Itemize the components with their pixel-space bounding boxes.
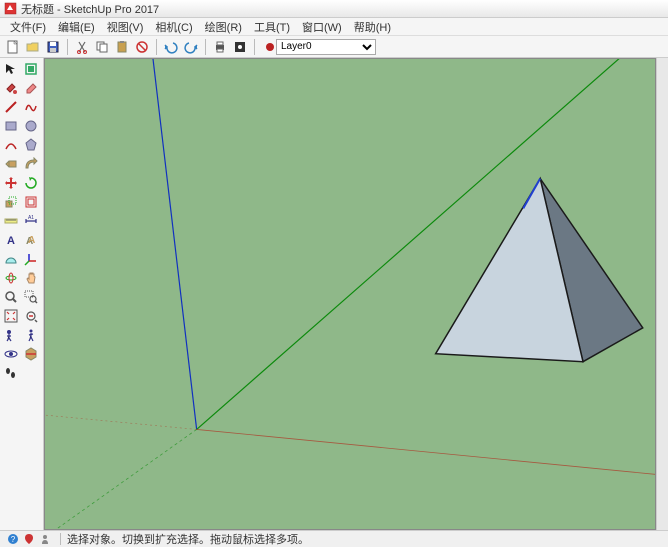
tool-section-icon[interactable] xyxy=(22,345,40,363)
sb-credits-icon[interactable] xyxy=(38,532,52,546)
tool-zoom-window-icon[interactable] xyxy=(22,288,40,306)
menu-window[interactable]: 窗口(W) xyxy=(296,19,348,35)
tool-polygon-icon[interactable] xyxy=(22,136,40,154)
sb-geo-icon[interactable] xyxy=(22,532,36,546)
sb-help-icon[interactable]: ? xyxy=(6,532,20,546)
tool-circle-icon[interactable] xyxy=(22,117,40,135)
svg-text:A1: A1 xyxy=(28,215,34,221)
tool-dimension-icon[interactable]: A1 xyxy=(22,212,40,230)
tb-open-icon[interactable] xyxy=(24,38,42,56)
menu-help[interactable]: 帮助(H) xyxy=(348,19,397,35)
tb-undo-icon[interactable] xyxy=(162,38,180,56)
tool-footprint-icon[interactable] xyxy=(2,364,20,382)
menu-edit[interactable]: 编辑(E) xyxy=(52,19,101,35)
app-icon xyxy=(4,2,17,15)
layer-visibility-icon[interactable] xyxy=(266,43,274,51)
tb-new-icon[interactable] xyxy=(4,38,22,56)
layer-dropdown[interactable]: Layer0 xyxy=(276,39,376,55)
layer-selector: Layer0 xyxy=(266,39,376,55)
tb-redo-icon[interactable] xyxy=(182,38,200,56)
tb-copy-icon[interactable] xyxy=(93,38,111,56)
svg-text:A: A xyxy=(7,235,15,247)
titlebar: 无标题 - SketchUp Pro 2017 xyxy=(0,0,668,18)
viewport-3d[interactable] xyxy=(44,58,656,530)
tool-make-component-icon[interactable] xyxy=(22,60,40,78)
tb-sep xyxy=(67,39,68,55)
svg-text:?: ? xyxy=(11,535,16,544)
tool-zoom-extents-icon[interactable] xyxy=(2,307,20,325)
sb-sep xyxy=(60,533,61,545)
tool-orbit-icon[interactable] xyxy=(2,269,20,287)
tb-sep xyxy=(156,39,157,55)
tool-empty xyxy=(22,364,40,382)
menu-camera[interactable]: 相机(C) xyxy=(149,19,198,35)
tool-3dtext-icon[interactable]: AA xyxy=(22,231,40,249)
tool-rectangle-icon[interactable] xyxy=(2,117,20,135)
tb-settings-icon[interactable] xyxy=(231,38,249,56)
tool-position-camera-icon[interactable] xyxy=(2,326,20,344)
tool-tape-icon[interactable] xyxy=(2,212,20,230)
tool-arc-icon[interactable] xyxy=(2,136,20,154)
tool-text-icon[interactable]: A xyxy=(2,231,20,249)
tool-rotate-icon[interactable] xyxy=(22,174,40,192)
tool-paint-icon[interactable] xyxy=(2,79,20,97)
svg-text:A: A xyxy=(28,235,35,246)
tool-palette: A1 AAA xyxy=(0,58,44,530)
tool-walk-icon[interactable] xyxy=(22,326,40,344)
statusbar: ? 选择对象。切换到扩充选择。拖动鼠标选择多项。 xyxy=(0,530,668,546)
tool-axes-icon[interactable] xyxy=(22,250,40,268)
menu-draw[interactable]: 绘图(R) xyxy=(199,19,248,35)
tool-followme-icon[interactable] xyxy=(22,155,40,173)
tb-delete-icon[interactable] xyxy=(133,38,151,56)
toolbar-top: Layer0 xyxy=(0,36,668,58)
tb-sep xyxy=(254,39,255,55)
tool-look-icon[interactable] xyxy=(2,345,20,363)
tool-move-icon[interactable] xyxy=(2,174,20,192)
menubar: 文件(F) 编辑(E) 视图(V) 相机(C) 绘图(R) 工具(T) 窗口(W… xyxy=(0,18,668,36)
tool-select-icon[interactable] xyxy=(2,60,20,78)
tb-print-icon[interactable] xyxy=(211,38,229,56)
tool-pushpull-icon[interactable] xyxy=(2,155,20,173)
menu-file[interactable]: 文件(F) xyxy=(4,19,52,35)
tb-save-icon[interactable] xyxy=(44,38,62,56)
model-canvas[interactable] xyxy=(45,59,655,529)
tool-line-icon[interactable] xyxy=(2,98,20,116)
scrollbar-vertical[interactable] xyxy=(656,58,668,530)
tool-prev-view-icon[interactable] xyxy=(22,307,40,325)
tool-zoom-icon[interactable] xyxy=(2,288,20,306)
tool-offset-icon[interactable] xyxy=(22,193,40,211)
tool-protractor-icon[interactable] xyxy=(2,250,20,268)
menu-tools[interactable]: 工具(T) xyxy=(248,19,296,35)
tb-paste-icon[interactable] xyxy=(113,38,131,56)
tb-cut-icon[interactable] xyxy=(73,38,91,56)
menu-view[interactable]: 视图(V) xyxy=(101,19,150,35)
tool-pan-icon[interactable] xyxy=(22,269,40,287)
window-title: 无标题 - SketchUp Pro 2017 xyxy=(21,1,159,17)
tool-freehand-icon[interactable] xyxy=(22,98,40,116)
tool-scale-icon[interactable] xyxy=(2,193,20,211)
tb-sep xyxy=(205,39,206,55)
status-hint: 选择对象。切换到扩充选择。拖动鼠标选择多项。 xyxy=(67,531,309,547)
tool-eraser-icon[interactable] xyxy=(22,79,40,97)
